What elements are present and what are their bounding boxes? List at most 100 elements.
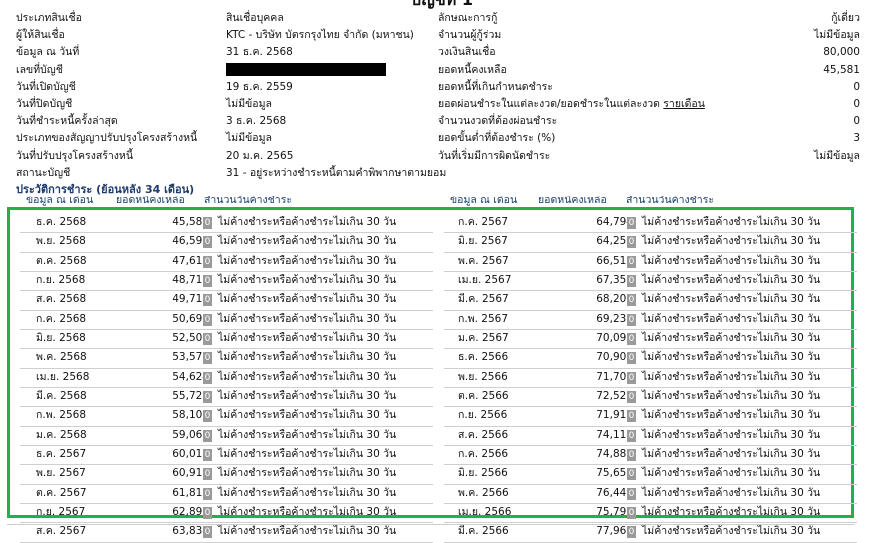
days-overdue-badge: 0	[203, 294, 212, 307]
history-row: พ.ย. 2568 46,597 0 ไม่ค้างชำระหรือค้างชำระไ…	[20, 233, 433, 253]
days-overdue-badge: 0	[203, 236, 212, 249]
info-value: กู้เดี่ยว	[831, 12, 860, 24]
info-label: วันที่เริ่มมีการผิดนัดชำระ	[438, 149, 551, 162]
history-date: พ.ย. 2567	[36, 467, 86, 480]
days-overdue-badge: 0	[627, 274, 636, 287]
info-value: KTC - บริษัท บัตรกรุงไทย จำกัด (มหาชน)	[226, 29, 414, 42]
info-row: ประเภทสินเชื่อ สินเชื่อบุคคล ลักษณะการกู…	[0, 10, 884, 27]
days-overdue-badge: 0	[627, 506, 636, 519]
info-label: ประเภทสินเชื่อ	[16, 12, 82, 24]
info-label: ยอดผ่อนชำระในแต่ละงวด/ยอดชำระในแต่ละงวด …	[438, 96, 705, 113]
history-column-right: ก.ค. 2567 64,794 0 ไม่ค้างชำระหรือค้างชำระไ…	[444, 214, 857, 543]
history-status: ไม่ค้างชำระหรือค้างชำระไม่เกิน 30 วัน	[218, 467, 397, 480]
history-row: ก.ค. 2566 74,888 0 ไม่ค้างชำระหรือค้างชำระไ…	[444, 446, 857, 466]
days-overdue-badge: 0	[627, 468, 636, 481]
history-status: ไม่ค้างชำระหรือค้างชำระไม่เกิน 30 วัน	[642, 370, 821, 383]
history-status: ไม่ค้างชำระหรือค้างชำระไม่เกิน 30 วัน	[218, 273, 397, 286]
history-row: มี.ค. 2568 55,726 0 ไม่ค้างชำระหรือค้างชำระ…	[20, 388, 433, 408]
info-value: 20 ม.ค. 2565	[226, 149, 294, 162]
history-row: มิ.ย. 2566 75,657 0 ไม่ค้างชำระหรือค้างชำระ…	[444, 465, 857, 485]
history-status: ไม่ค้างชำระหรือค้างชำระไม่เกิน 30 วัน	[218, 216, 397, 228]
history-status: ไม่ค้างชำระหรือค้างชำระไม่เกิน 30 วัน	[218, 235, 397, 248]
info-label: วันที่ชำระหนี้ครั้งล่าสุด	[16, 115, 118, 128]
days-overdue-badge: 0	[203, 506, 212, 519]
history-row: ก.ย. 2568 48,712 0 ไม่ค้างชำระหรือค้างชำระไ…	[20, 272, 433, 292]
history-status: ไม่ค้างชำระหรือค้างชำระไม่เกิน 30 วัน	[642, 273, 821, 286]
info-label: วันที่ปิดบัญชี	[16, 97, 73, 110]
history-row: ม.ค. 2567 70,091 0 ไม่ค้างชำระหรือค้างชำระไ…	[444, 330, 857, 350]
history-status: ไม่ค้างชำระหรือค้างชำระไม่เกิน 30 วัน	[642, 254, 821, 267]
info-value: 0	[853, 97, 860, 110]
history-row: มิ.ย. 2568 52,506 0 ไม่ค้างชำระหรือค้างชำระ…	[20, 330, 433, 350]
history-row: ก.ย. 2567 62,892 0 ไม่ค้างชำระหรือค้างชำระไ…	[20, 504, 433, 524]
history-status: ไม่ค้างชำระหรือค้างชำระไม่เกิน 30 วัน	[642, 409, 821, 422]
days-overdue-badge: 0	[627, 390, 636, 403]
days-overdue-badge: 0	[203, 371, 212, 384]
days-overdue-badge: 0	[203, 487, 212, 500]
info-value: สินเชื่อบุคคล	[226, 12, 284, 24]
days-overdue-badge: 0	[627, 313, 636, 326]
days-overdue-badge: 0	[203, 448, 212, 461]
history-date: มิ.ย. 2568	[36, 331, 86, 344]
history-date: มิ.ย. 2566	[458, 467, 508, 480]
history-status: ไม่ค้างชำระหรือค้างชำระไม่เกิน 30 วัน	[642, 216, 821, 228]
history-row: พ.ย. 2567 60,910 0 ไม่ค้างชำระหรือค้างชำระไ…	[20, 465, 433, 485]
days-overdue-badge: 0	[203, 390, 212, 403]
history-status: ไม่ค้างชำระหรือค้างชำระไม่เกิน 30 วัน	[642, 235, 821, 248]
info-label: ลักษณะการกู้	[438, 12, 498, 24]
info-row: ข้อมูล ณ วันที่ 31 ธ.ค. 2568 วงเงินสินเช…	[0, 44, 884, 61]
days-overdue-badge: 0	[203, 217, 212, 229]
history-date: เม.ย. 2566	[458, 505, 512, 518]
info-row: วันที่ปรับปรุงโครงสร้างหนี้ 20 ม.ค. 2565…	[0, 148, 884, 165]
history-row: ม.ค. 2568 59,066 0 ไม่ค้างชำระหรือค้างชำระไ…	[20, 427, 433, 446]
history-row: ก.พ. 2568 58,109 0 ไม่ค้างชำระหรือค้างชำระไ…	[20, 407, 433, 427]
history-date: ก.ค. 2568	[36, 312, 87, 325]
history-row: มี.ค. 2567 68,209 0 ไม่ค้างชำระหรือค้างชำระ…	[444, 291, 857, 311]
history-status: ไม่ค้างชำระหรือค้างชำระไม่เกิน 30 วัน	[218, 254, 397, 267]
days-overdue-badge: 0	[627, 487, 636, 500]
info-label: เลขที่บัญชี	[16, 63, 63, 76]
history-date: ธ.ค. 2566	[458, 351, 509, 364]
info-value: 45,581	[823, 63, 860, 76]
info-label: วงเงินสินเชื่อ	[438, 46, 496, 59]
history-row: ส.ค. 2567 63,830 0 ไม่ค้างชำระหรือค้างชำระไ…	[20, 523, 433, 543]
history-status: ไม่ค้างชำระหรือค้างชำระไม่เกิน 30 วัน	[642, 312, 821, 325]
history-row: มิ.ย. 2567 64,250 0 ไม่ค้างชำระหรือค้างชำระ…	[444, 233, 857, 253]
history-row: ก.ค. 2568 50,692 0 ไม่ค้างชำระหรือค้างชำระไ…	[20, 311, 433, 330]
history-date: ธ.ค. 2568	[36, 216, 87, 228]
history-status: ไม่ค้างชำระหรือค้างชำระไม่เกิน 30 วัน	[218, 351, 397, 364]
history-row: ก.ค. 2567 64,794 0 ไม่ค้างชำระหรือค้างชำระไ…	[444, 214, 857, 234]
history-date: พ.ค. 2568	[36, 351, 87, 364]
history-status: ไม่ค้างชำระหรือค้างชำระไม่เกิน 30 วัน	[218, 447, 397, 460]
days-overdue-badge: 0	[203, 332, 212, 345]
history-status: ไม่ค้างชำระหรือค้างชำระไม่เกิน 30 วัน	[218, 312, 397, 325]
history-status: ไม่ค้างชำระหรือค้างชำระไม่เกิน 30 วัน	[642, 486, 821, 499]
info-label: วันที่ปรับปรุงโครงสร้างหนี้	[16, 149, 133, 162]
history-row: ธ.ค. 2568 45,581 0 ไม่ค้างชำระหรือค้างชำระไ…	[20, 214, 433, 234]
monthly-link[interactable]: รายเดือน	[663, 98, 705, 110]
history-row: ธ.ค. 2566 70,902 0 ไม่ค้างชำระหรือค้างชำระไ…	[444, 349, 857, 369]
history-date: พ.ย. 2568	[36, 235, 86, 248]
info-row: วันที่ปิดบัญชี ไม่มีข้อมูล ยอดผ่อนชำระใน…	[0, 96, 884, 113]
history-date: พ.ค. 2566	[458, 486, 509, 499]
history-row: พ.ค. 2568 53,576 0 ไม่ค้างชำระหรือค้างชำระไ…	[20, 349, 433, 369]
days-overdue-badge: 0	[203, 410, 212, 423]
history-status: ไม่ค้างชำระหรือค้างชำระไม่เกิน 30 วัน	[642, 505, 821, 518]
history-row: ต.ค. 2567 61,813 0 ไม่ค้างชำระหรือค้างชำระไ…	[20, 485, 433, 504]
history-status: ไม่ค้างชำระหรือค้างชำระไม่เกิน 30 วัน	[218, 409, 397, 422]
history-date: มิ.ย. 2567	[458, 235, 508, 248]
history-date: ก.ย. 2567	[36, 505, 86, 518]
history-row: ก.ย. 2566 71,910 0 ไม่ค้างชำระหรือค้างชำระไ…	[444, 407, 857, 427]
info-value: 3 ธ.ค. 2568	[226, 115, 287, 128]
divider	[7, 524, 854, 525]
account-info-table: ประเภทสินเชื่อ สินเชื่อบุคคล ลักษณะการกู…	[0, 10, 884, 182]
history-row: พ.ค. 2566 76,440 0 ไม่ค้างชำระหรือค้างชำระไ…	[444, 485, 857, 504]
days-overdue-badge: 0	[627, 255, 636, 268]
history-date: ส.ค. 2566	[458, 428, 509, 441]
days-overdue-badge: 0	[627, 294, 636, 307]
history-row: ส.ค. 2568 49,713 0 ไม่ค้างชำระหรือค้างชำระไ…	[20, 291, 433, 311]
info-label: ยอดขั้นต่ำที่ต้องชำระ (%)	[438, 132, 556, 145]
days-overdue-badge: 0	[203, 255, 212, 268]
days-overdue-badge: 0	[627, 429, 636, 442]
account-number-redacted	[226, 62, 386, 79]
